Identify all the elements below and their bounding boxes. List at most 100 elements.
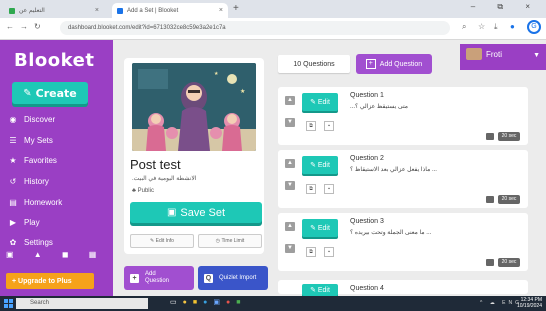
system-tray[interactable]: ^ ☁ ENG <box>480 300 522 306</box>
blooket-app: Blooket ✎ Create ◉ Discover ☰ My Sets ★ … <box>0 40 546 296</box>
cover-illustration: ★ ★ <box>132 63 256 151</box>
back-arrow-icon[interactable]: ← <box>6 22 14 31</box>
image-icon <box>486 259 494 266</box>
clock-date: 10/19/2024 <box>516 303 542 309</box>
chrome-icon[interactable]: ● <box>183 299 193 306</box>
duplicate-icon[interactable]: ⧉ <box>306 121 316 131</box>
image-icon <box>486 133 494 140</box>
extension-icon[interactable]: ● <box>510 22 515 31</box>
sidebar-item-label: Favorites <box>24 156 57 165</box>
move-up-icon[interactable]: ▲ <box>285 159 295 168</box>
reload-icon[interactable]: ↻ <box>34 22 41 31</box>
forward-arrow-icon[interactable]: → <box>20 22 28 31</box>
question-card-1: ▲ ▼ ✎ Edit ⧉ ▪ Question 1 ...متى يستيقظ … <box>278 87 528 145</box>
pencil-icon: ✎ <box>310 225 318 232</box>
create-label: Create <box>35 86 77 100</box>
time-limit-button[interactable]: ◷ Time Limit <box>198 234 262 248</box>
delete-icon[interactable]: ▪ <box>324 247 334 257</box>
windows-start-icon[interactable] <box>4 299 13 308</box>
upgrade-to-plus-button[interactable]: + Upgrade to Plus <box>6 273 94 289</box>
duplicate-icon[interactable]: ⧉ <box>306 247 316 257</box>
add-question-label: Add Question <box>379 60 423 68</box>
sidebar-item-label: Discover <box>24 115 56 124</box>
zoom-icon[interactable]: ⌕ <box>462 22 466 32</box>
chevron-down-icon: ▼ <box>533 52 540 59</box>
set-visibility[interactable]: ♣ Public <box>132 188 154 194</box>
question-title: Question 3 <box>350 218 384 225</box>
url-input[interactable]: dashboard.blooket.com/edit?id=6713032ce8… <box>60 21 450 35</box>
close-tab-icon[interactable]: × <box>219 7 223 14</box>
duplicate-icon[interactable]: ⧉ <box>306 184 316 194</box>
delete-icon[interactable]: ▪ <box>324 184 334 194</box>
edit-question-button[interactable]: ✎ Edit <box>302 93 338 111</box>
edit-question-button[interactable]: ✎ Edit <box>302 284 338 296</box>
sidebar-item-history[interactable]: ↺ History <box>8 177 49 186</box>
sidebar-item-settings[interactable]: ✿ Settings <box>8 238 53 247</box>
edit-info-button[interactable]: ✎ Edit Info <box>130 234 194 248</box>
move-up-icon[interactable]: ▲ <box>285 96 295 105</box>
list-icon: ☰ <box>9 136 17 145</box>
app-icon[interactable]: ■ <box>236 299 246 306</box>
edit-label: Edit <box>317 286 330 294</box>
compass-icon: ◉ <box>9 115 17 124</box>
store-icon[interactable]: ▣ <box>213 299 226 306</box>
download-icon[interactable]: ⤓ <box>494 22 498 32</box>
browser-profile-avatar[interactable]: G <box>527 20 541 34</box>
browser-tab-1[interactable]: التعليم عن × <box>4 3 104 18</box>
window-controls[interactable]: – ⧉ × <box>471 2 540 12</box>
user-name: Froti <box>486 50 502 59</box>
move-down-icon[interactable]: ▼ <box>285 118 295 127</box>
question-text: ...متى يستيقظ عزالي ؟ <box>350 104 408 110</box>
task-view-icon[interactable]: ▭ <box>170 299 183 306</box>
delete-icon[interactable]: ▪ <box>324 121 334 131</box>
edge-icon[interactable]: ● <box>203 299 213 306</box>
sidebar-bottom-icons[interactable]: ▣ ▲ ◼ ▦ <box>6 250 105 259</box>
sidebar-item-favorites[interactable]: ★ Favorites <box>8 156 57 165</box>
sidebar-item-label: History <box>24 177 49 186</box>
taskbar-clock[interactable]: 12:34 PM 10/19/2024 <box>517 297 542 309</box>
user-menu[interactable]: Froti ▼ <box>460 44 546 70</box>
sidebar: Blooket ✎ Create ◉ Discover ☰ My Sets ★ … <box>0 40 113 296</box>
save-icon: ▣ <box>166 207 177 218</box>
create-button[interactable]: ✎ Create <box>12 82 88 104</box>
close-tab-icon[interactable]: × <box>95 7 99 14</box>
sidebar-item-label: Settings <box>24 238 53 247</box>
taskbar-search-input[interactable]: Search <box>16 298 148 309</box>
sidebar-item-discover[interactable]: ◉ Discover <box>8 115 56 124</box>
sidebar-item-label: Homework <box>24 198 63 207</box>
taskbar-pinned-apps[interactable]: ▭●■●▣●■ <box>170 298 246 306</box>
globe-icon: ♣ <box>132 188 136 194</box>
quizlet-import-label: Quizlet Import <box>219 274 257 281</box>
bookmark-star-icon[interactable]: ☆ <box>478 22 485 31</box>
sidebar-item-homework[interactable]: ▤ Homework <box>8 198 62 207</box>
mail-icon[interactable]: ● <box>226 299 236 306</box>
add-question-button-bottom[interactable]: + Add Question <box>124 266 194 290</box>
new-tab-button[interactable]: + <box>233 3 239 14</box>
set-title: Post test <box>130 157 181 172</box>
gear-icon: ✿ <box>9 238 17 247</box>
move-down-icon[interactable]: ▼ <box>285 181 295 190</box>
document-icon: ▤ <box>9 198 17 207</box>
quizlet-import-button[interactable]: Q Quizlet Import <box>198 266 268 290</box>
edit-question-button[interactable]: ✎ Edit <box>302 219 338 237</box>
edit-label: Edit <box>317 161 330 169</box>
add-question-button[interactable]: + Add Question <box>356 54 432 74</box>
sidebar-item-my-sets[interactable]: ☰ My Sets <box>8 136 53 145</box>
question-title: Question 1 <box>350 92 384 99</box>
pencil-icon: ✎ <box>23 87 32 99</box>
edit-question-button[interactable]: ✎ Edit <box>302 156 338 174</box>
windows-taskbar: Search ▭●■●▣●■ ^ ☁ ENG 12:34 PM 10/19/20… <box>0 296 546 311</box>
play-icon: ▶ <box>9 218 17 227</box>
time-badge: 20 sec <box>498 132 520 141</box>
browser-tab-2[interactable]: Add a Set | Blooket × <box>112 3 228 18</box>
move-up-icon[interactable]: ▲ <box>285 222 295 231</box>
sidebar-item-play[interactable]: ▶ Play <box>8 218 40 227</box>
set-cover-image[interactable]: ★ ★ <box>132 63 256 151</box>
image-icon <box>486 196 494 203</box>
move-down-icon[interactable]: ▼ <box>285 244 295 253</box>
file-explorer-icon[interactable]: ■ <box>193 299 203 306</box>
save-set-button[interactable]: ▣ Save Set <box>130 202 262 223</box>
edit-label: Edit <box>317 224 330 232</box>
blooket-logo[interactable]: Blooket <box>14 50 94 71</box>
sidebar-item-label: My Sets <box>24 136 53 145</box>
